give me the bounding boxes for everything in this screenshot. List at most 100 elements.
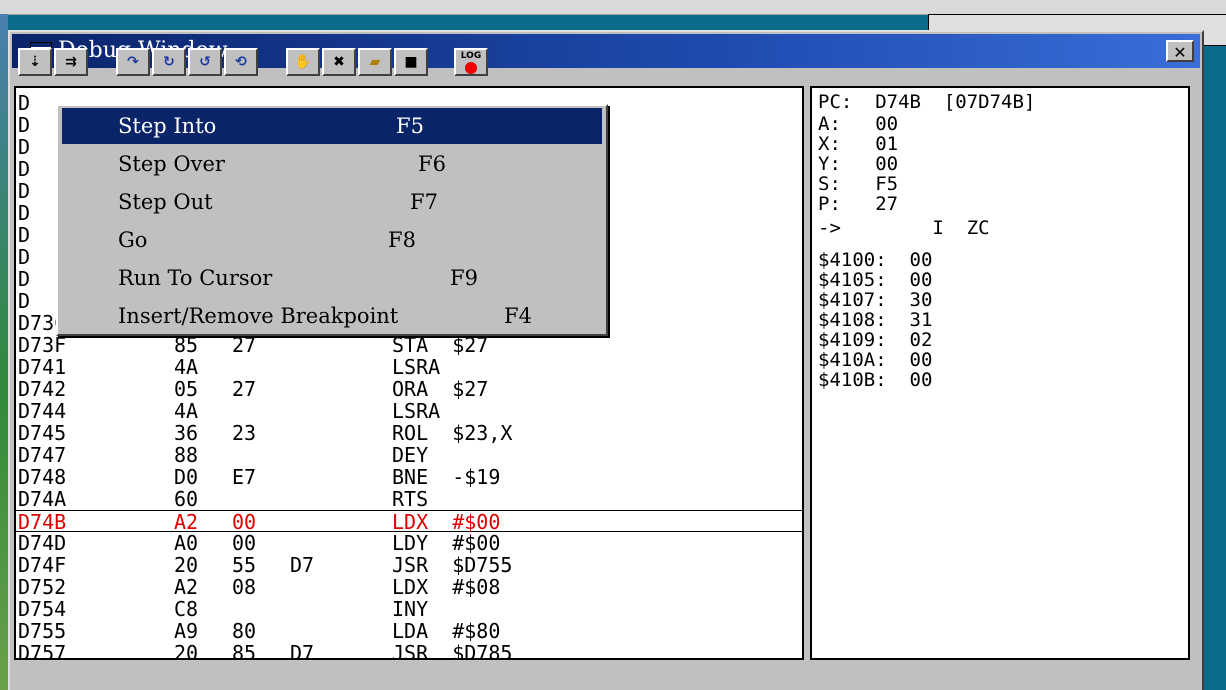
pc-register: PC: D74B [07D74B] xyxy=(818,91,1036,113)
address-cell: D xyxy=(18,223,31,247)
context-menu: Step Into F5 Step Over F6 Step Out F7 Go… xyxy=(56,104,608,336)
byte-cell: D7 xyxy=(290,553,315,577)
address-cell: D74A xyxy=(18,487,67,511)
address-cell: D741 xyxy=(18,355,67,379)
menu-item-go[interactable]: Go F8 xyxy=(62,222,602,258)
code-row[interactable]: D74D A0 00 LDY #$00 xyxy=(16,532,802,554)
menu-item-breakpoint[interactable]: Insert/Remove Breakpoint F4 xyxy=(62,298,602,334)
record-icon xyxy=(465,62,477,74)
memory-row: $4100: 00 xyxy=(818,249,933,271)
register-x: X: 01 xyxy=(818,133,899,155)
menu-item-step-over[interactable]: Step Over F6 xyxy=(62,146,602,182)
byte-cell: 85 xyxy=(174,333,199,357)
menu-item-step-into[interactable]: Step Into F5 xyxy=(62,108,602,144)
memory-row: $4109: 02 xyxy=(818,329,933,351)
code-row[interactable]: D757 20 85 D7 JSR $D785 xyxy=(16,641,802,660)
byte-cell: 80 xyxy=(232,619,257,643)
byte-cell: D7 xyxy=(290,641,315,660)
code-row[interactable]: D744 4A LSRA xyxy=(16,400,802,422)
code-row[interactable]: D755 A9 80 LDA #$80 xyxy=(16,620,802,642)
address-cell: D xyxy=(18,289,31,313)
save-icon[interactable]: ■ xyxy=(394,48,428,76)
memory-row: $410A: 00 xyxy=(818,349,933,371)
menu-item-label: Run To Cursor xyxy=(118,266,273,290)
menu-item-step-out[interactable]: Step Out F7 xyxy=(62,184,602,220)
code-row[interactable]: D754 C8 INY xyxy=(16,598,802,620)
instruction-cell: LSRA xyxy=(392,355,441,379)
code-row[interactable]: D74F 20 55 D7 JSR $D755 xyxy=(16,554,802,576)
register-s: S: F5 xyxy=(818,173,899,195)
menu-item-shortcut: F7 xyxy=(410,190,438,214)
address-cell: D742 xyxy=(18,377,67,401)
address-cell: D xyxy=(18,245,31,269)
address-cell: D73F xyxy=(18,333,67,357)
address-cell: D747 xyxy=(18,443,67,467)
byte-cell: 27 xyxy=(232,333,257,357)
run-to-cursor-icon[interactable]: ↻ xyxy=(152,48,186,76)
step-back-icon[interactable]: ↺ xyxy=(188,48,222,76)
menu-item-shortcut: F5 xyxy=(396,114,424,138)
address-cell: D xyxy=(18,135,31,159)
byte-cell: D0 xyxy=(174,465,199,489)
instruction-cell: LDY #$00 xyxy=(392,531,501,555)
step-over-icon[interactable]: ⇉ xyxy=(54,48,88,76)
code-row[interactable]: D741 4A LSRA xyxy=(16,356,802,378)
address-cell: D755 xyxy=(18,619,67,643)
address-cell: D74F xyxy=(18,553,67,577)
background-app-bar xyxy=(0,0,1226,15)
address-cell: D xyxy=(18,113,31,137)
code-row[interactable]: D73F 85 27 STA $27 xyxy=(16,334,802,356)
menu-item-label: Step Over xyxy=(118,152,225,176)
instruction-cell: ORA $27 xyxy=(392,377,489,401)
menu-item-shortcut: F9 xyxy=(450,266,478,290)
address-cell: D744 xyxy=(18,399,67,423)
byte-cell: 00 xyxy=(232,510,257,534)
menu-item-label: Step Into xyxy=(118,114,217,138)
menu-item-label: Step Out xyxy=(118,190,213,214)
menu-item-run-to-cursor[interactable]: Run To Cursor F9 xyxy=(62,260,602,296)
code-row[interactable]: D745 36 23 ROL $23,X xyxy=(16,422,802,444)
no-hand-icon[interactable]: ✖ xyxy=(322,48,356,76)
byte-cell: 23 xyxy=(232,421,257,445)
instruction-cell: JSR $D785 xyxy=(392,641,513,660)
instruction-cell: BNE -$19 xyxy=(392,465,501,489)
current-instruction-row[interactable]: D74B A2 00 LDX #$00 xyxy=(16,510,802,534)
address-cell: D745 xyxy=(18,421,67,445)
register-a: A: 00 xyxy=(818,113,899,135)
code-row[interactable]: D74A 60 RTS xyxy=(16,488,802,510)
address-cell: D74B xyxy=(18,510,67,534)
code-row[interactable]: D742 05 27 ORA $27 xyxy=(16,378,802,400)
hand-icon[interactable]: ✋ xyxy=(286,48,320,76)
loop-icon[interactable]: ⟲ xyxy=(224,48,258,76)
instruction-cell: DEY xyxy=(392,443,429,467)
address-cell: D xyxy=(18,201,31,225)
instruction-cell: STA $27 xyxy=(392,333,489,357)
instruction-cell: ROL $23,X xyxy=(392,421,513,445)
register-pane[interactable]: PC: D74B [07D74B] A: 00 X: 01 Y: 00 S: F… xyxy=(810,86,1190,660)
byte-cell: 08 xyxy=(232,575,257,599)
memory-row: $4107: 30 xyxy=(818,289,933,311)
flags: -> I ZC xyxy=(818,217,990,239)
memory-row: $410B: 00 xyxy=(818,369,933,391)
address-cell: D74D xyxy=(18,531,67,555)
byte-cell: 55 xyxy=(232,553,257,577)
code-row[interactable]: D752 A2 08 LDX #$08 xyxy=(16,576,802,598)
log-button[interactable]: LOG xyxy=(454,48,488,76)
register-p: P: 27 xyxy=(818,193,899,215)
open-folder-icon[interactable]: ▰ xyxy=(358,48,392,76)
byte-cell: 36 xyxy=(174,421,199,445)
step-into-icon[interactable]: ⇣ xyxy=(18,48,52,76)
byte-cell: 4A xyxy=(174,399,199,423)
byte-cell: A2 xyxy=(174,575,199,599)
byte-cell: A9 xyxy=(174,619,199,643)
byte-cell: C8 xyxy=(174,597,199,621)
code-row[interactable]: D747 88 DEY xyxy=(16,444,802,466)
byte-cell: 4A xyxy=(174,355,199,379)
register-y: Y: 00 xyxy=(818,153,899,175)
address-cell: D748 xyxy=(18,465,67,489)
instruction-cell: LDA #$80 xyxy=(392,619,501,643)
run-icon[interactable]: ↷ xyxy=(116,48,150,76)
code-row[interactable]: D748 D0 E7 BNE -$19 xyxy=(16,466,802,488)
address-cell: D xyxy=(18,157,31,181)
log-label: LOG xyxy=(460,51,482,61)
